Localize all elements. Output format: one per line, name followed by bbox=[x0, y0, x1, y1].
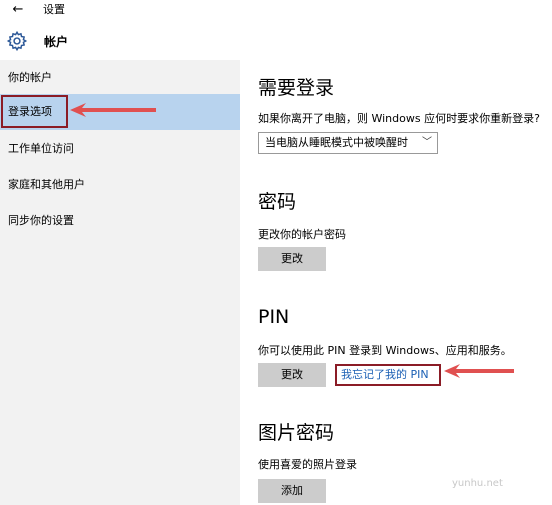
password-description: 更改你的帐户密码 bbox=[258, 228, 346, 241]
gear-icon bbox=[6, 30, 28, 52]
change-password-button[interactable]: 更改 bbox=[258, 247, 326, 271]
chevron-down-icon: ﹀ bbox=[422, 137, 432, 148]
page-header: 帐户 bbox=[0, 22, 552, 60]
annotation-arrow-icon bbox=[444, 364, 514, 378]
picture-password-description: 使用喜爱的照片登录 bbox=[258, 458, 357, 471]
add-picture-password-button[interactable]: 添加 bbox=[258, 479, 326, 503]
main-content: 需要登录 如果你离开了电脑，则 Windows 应何时要求你重新登录? 当电脑从… bbox=[240, 60, 552, 505]
title-bar: ← 设置 bbox=[0, 0, 552, 22]
sidebar-item-label: 你的帐户 bbox=[8, 71, 52, 84]
watermark: yunhu.net bbox=[452, 478, 503, 489]
sidebar-item-label: 家庭和其他用户 bbox=[8, 178, 85, 191]
sidebar-item-label: 同步你的设置 bbox=[8, 214, 74, 227]
annotation-highlight-box bbox=[1, 95, 68, 128]
sidebar: 你的帐户 登录选项 工作单位访问 家庭和其他用户 同步你的设置 bbox=[0, 60, 240, 505]
page-title: 帐户 bbox=[44, 35, 69, 49]
sidebar-item-your-account[interactable]: 你的帐户 bbox=[0, 60, 240, 96]
forgot-pin-link[interactable]: 我忘记了我的 PIN bbox=[341, 368, 429, 382]
pin-description: 你可以使用此 PIN 登录到 Windows、应用和服务。 bbox=[258, 344, 512, 357]
section-title-password: 密码 bbox=[258, 191, 297, 213]
section-title-signin: 需要登录 bbox=[258, 77, 335, 99]
annotation-arrow-icon bbox=[70, 103, 156, 117]
section-title-picture-password: 图片密码 bbox=[258, 422, 335, 444]
back-button[interactable]: ← bbox=[8, 1, 28, 19]
window-title: 设置 bbox=[43, 3, 65, 16]
sidebar-item-label: 工作单位访问 bbox=[8, 142, 74, 155]
dropdown-value: 当电脑从睡眠模式中被唤醒时 bbox=[265, 136, 408, 149]
signin-description: 如果你离开了电脑，则 Windows 应何时要求你重新登录? bbox=[258, 112, 540, 125]
signin-dropdown[interactable]: 当电脑从睡眠模式中被唤醒时 ﹀ bbox=[258, 132, 438, 154]
back-arrow-icon: ← bbox=[12, 2, 24, 17]
sidebar-item-family-users[interactable]: 家庭和其他用户 bbox=[0, 167, 240, 203]
change-pin-button[interactable]: 更改 bbox=[258, 363, 326, 387]
sidebar-item-work-access[interactable]: 工作单位访问 bbox=[0, 131, 240, 167]
sidebar-item-sync-settings[interactable]: 同步你的设置 bbox=[0, 203, 240, 239]
section-title-pin: PIN bbox=[258, 306, 290, 328]
